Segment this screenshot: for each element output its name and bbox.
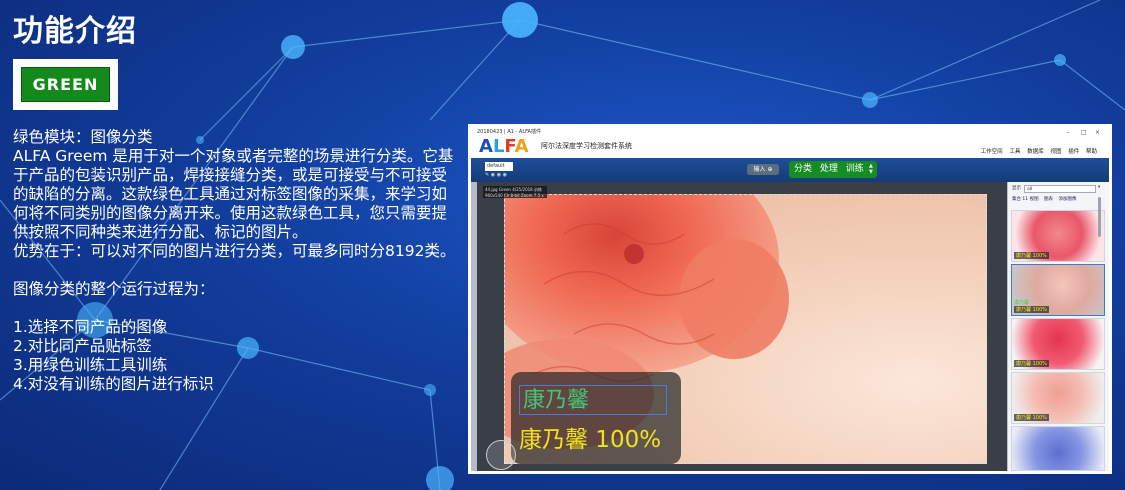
module-description: ALFA Greem 是用于对一个对象或者完整的场景进行分类。它基于产品的包装识… — [13, 147, 454, 241]
process-step: 4.对没有训练的图片进行标识 — [13, 375, 214, 393]
image-canvas[interactable]: 44.jpg Green 4/25/2018 训练 960x540 Ch 8-bi… — [471, 182, 1007, 471]
tab-chart[interactable]: 图表 — [1044, 197, 1053, 202]
toolbar: default ✎ ◉ ◉ ◉ 输入 ⊕ 分类 处理 训练 ▲ ▼ — [471, 158, 1109, 182]
classification-result: 康乃馨 100% — [519, 427, 662, 453]
left-tool-strip[interactable] — [471, 182, 477, 471]
gallery-thumbnail[interactable]: 康乃馨 100% — [1011, 318, 1105, 370]
gallery-thumbnail-selected[interactable]: 康乃馨 康乃馨 100% — [1011, 264, 1105, 316]
green-badge-frame: GREEN — [13, 59, 118, 110]
page-title: 功能介绍 — [13, 14, 137, 49]
app-header: ALFA 阿尔法深度学习检测套件系统 工作空间 工具 数据库 视图 插件 帮助 — [471, 136, 1109, 159]
mode-selector[interactable]: 分类 处理 训练 ▲ ▼ — [789, 161, 877, 178]
process-step: 2.对比同产品贴标签 — [13, 337, 152, 355]
menu-plugins[interactable]: 插件 — [1068, 149, 1079, 155]
process-title: 图像分类的整个运行过程为： — [13, 280, 215, 298]
green-badge: GREEN — [21, 67, 110, 102]
menu-database[interactable]: 数据库 — [1027, 149, 1044, 155]
alfa-logo: ALFA — [479, 136, 529, 157]
gallery-panel: 显示 all ▾ 集合 11 视图 图表 添加图像 康乃馨 100% 康乃馨 康… — [1007, 182, 1109, 471]
filter-label: 显示 — [1012, 186, 1021, 191]
window-titlebar: 20180423 | A1 - ALFA插件 – □ × — [471, 127, 1109, 138]
filter-input[interactable]: all — [1024, 185, 1096, 193]
advantage-text: 优势在于：可以对不同的图片进行分类，可最多同时分8192类。 — [13, 242, 456, 260]
zoom-icon[interactable] — [486, 440, 516, 470]
gallery-scrollbar[interactable] — [1098, 197, 1101, 237]
app-name: 阿尔法深度学习检测套件系统 — [541, 142, 632, 150]
gallery-tabs: 集合 11 视图 图表 添加图像 — [1012, 196, 1080, 202]
tab-collection[interactable]: 集合 11 视图 — [1012, 197, 1039, 202]
mode-train[interactable]: 训练 — [846, 164, 864, 174]
menu-bar: 工作空间 工具 数据库 视图 插件 帮助 — [976, 147, 1097, 155]
menu-tools[interactable]: 工具 — [1009, 149, 1020, 155]
image-info-tag: 44.jpg Green 4/25/2018 训练 960x540 Ch 8-bi… — [483, 186, 547, 198]
gallery-thumbnail[interactable]: 康乃馨 100% — [1011, 210, 1105, 262]
mode-process[interactable]: 处理 — [820, 164, 838, 174]
module-heading: 绿色模块：图像分类 — [13, 128, 153, 146]
description-block: 绿色模块：图像分类 ALFA Greem 是用于对一个对象或者完整的场景进行分类… — [13, 128, 458, 394]
import-button[interactable]: 输入 ⊕ — [747, 164, 779, 175]
toolbar-icons[interactable]: ✎ ◉ ◉ ◉ — [485, 172, 507, 178]
mode-arrows-icon[interactable]: ▲ ▼ — [869, 163, 875, 175]
chevron-down-icon[interactable]: ▾ — [1098, 185, 1100, 190]
process-step: 3.用绿色训练工具训练 — [13, 356, 168, 374]
label-input[interactable]: 康乃馨 — [519, 385, 667, 415]
tab-add-image[interactable]: 添加图像 — [1058, 197, 1076, 202]
app-screenshot: 20180423 | A1 - ALFA插件 – □ × ALFA 阿尔法深度学… — [468, 124, 1112, 474]
gallery-thumbnail[interactable] — [1011, 426, 1105, 471]
menu-help[interactable]: 帮助 — [1086, 149, 1097, 155]
process-step: 1.选择不同产品的图像 — [13, 318, 168, 336]
mode-classify[interactable]: 分类 — [794, 164, 812, 174]
menu-workspace[interactable]: 工作空间 — [981, 149, 1003, 155]
close-button[interactable]: × — [1095, 127, 1100, 138]
maximize-button[interactable]: □ — [1081, 127, 1087, 138]
dataset-select[interactable]: default — [485, 162, 513, 171]
gallery-thumbnail[interactable]: 康乃馨 100% — [1011, 372, 1105, 424]
menu-view[interactable]: 视图 — [1050, 149, 1061, 155]
minimize-button[interactable]: – — [1067, 127, 1070, 138]
filter-row: 显示 all ▾ — [1012, 185, 1106, 194]
